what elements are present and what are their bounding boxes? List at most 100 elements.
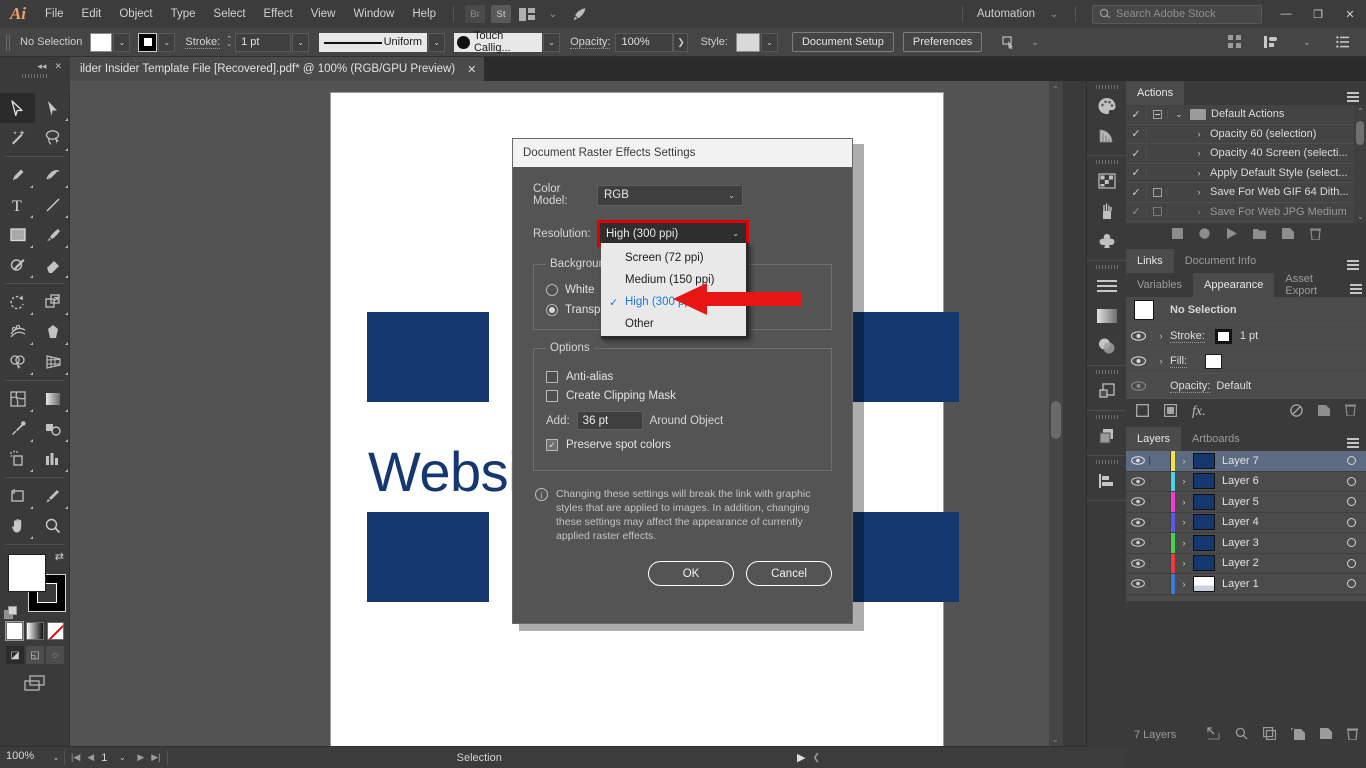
eraser-tool[interactable]: [35, 250, 70, 280]
layer-row[interactable]: › Layer 3: [1126, 533, 1366, 554]
layer-visibility-icon[interactable]: [1126, 538, 1150, 548]
layer-lock-toggle[interactable]: [1150, 533, 1171, 553]
rotate-tool[interactable]: [0, 287, 35, 317]
automation-menu[interactable]: Automation: [971, 8, 1041, 20]
layer-visibility-icon[interactable]: [1126, 517, 1150, 527]
rail-grip[interactable]: [1095, 85, 1118, 89]
status-collapse-icon[interactable]: ❮: [812, 752, 820, 763]
menu-type[interactable]: Type: [162, 0, 205, 28]
visibility-eye-icon[interactable]: [1126, 381, 1152, 391]
menu-edit[interactable]: Edit: [73, 0, 111, 28]
expand-twisty-icon[interactable]: ›: [1175, 497, 1193, 507]
preserve-spot-colors-checkbox[interactable]: ✓ Preserve spot colors: [546, 439, 819, 451]
artboard-tool[interactable]: [0, 481, 35, 511]
create-clipping-mask-checkbox[interactable]: Create Clipping Mask: [546, 390, 819, 402]
swatches-icon[interactable]: [1087, 166, 1127, 196]
action-dialog-toggle[interactable]: [1147, 207, 1168, 217]
screen-mode-button[interactable]: [0, 664, 70, 692]
expand-twisty-icon[interactable]: ›: [1175, 517, 1193, 527]
control-bar-grip[interactable]: [6, 33, 12, 51]
preferences-button[interactable]: Preferences: [902, 32, 983, 52]
restore-button[interactable]: ❐: [1302, 0, 1334, 28]
actions-row[interactable]: ✓ › Opacity 60 (selection): [1126, 125, 1366, 144]
new-sublayer-icon[interactable]: [1290, 726, 1306, 743]
pen-tool[interactable]: [0, 160, 35, 190]
actions-row[interactable]: ✓ › Save For Web JPG Medium: [1126, 203, 1366, 222]
paintbrush-tool[interactable]: [35, 220, 70, 250]
menu-select[interactable]: Select: [205, 0, 255, 28]
magic-wand-tool[interactable]: [0, 123, 35, 153]
symbol-sprayer-tool[interactable]: [0, 444, 35, 474]
eyedropper-tool[interactable]: [0, 414, 35, 444]
locate-object-icon[interactable]: [1207, 727, 1220, 743]
tab-appearance[interactable]: Appearance: [1193, 273, 1275, 297]
draw-normal-button[interactable]: ◪: [6, 646, 24, 664]
opacity-flyout-icon[interactable]: ❯: [673, 32, 689, 52]
rail-grip[interactable]: [1095, 460, 1118, 464]
zoom-level-input[interactable]: 100%: [0, 750, 48, 766]
appearance-row-fill[interactable]: › Fill:: [1126, 349, 1366, 374]
stroke-dropdown-icon[interactable]: ⌄: [158, 32, 176, 52]
tab-document-info[interactable]: Document Info: [1173, 249, 1268, 273]
close-toolbar-icon[interactable]: ✕: [54, 61, 62, 72]
artwork-rect[interactable]: [367, 512, 489, 602]
graphic-style-swatch[interactable]: [735, 32, 760, 52]
new-set-icon[interactable]: [1252, 228, 1266, 242]
gradient-tool[interactable]: [35, 384, 70, 414]
actions-list[interactable]: ✓ ⌄ Default Actions ✓ › Opacity 60 (sele…: [1126, 105, 1366, 223]
layer-row[interactable]: › Layer 1: [1126, 574, 1366, 595]
appearance-stroke-weight[interactable]: 1 pt: [1240, 330, 1258, 342]
layer-target-icon[interactable]: [1336, 476, 1366, 486]
actions-row[interactable]: ✓ › Save For Web GIF 64 Dith...: [1126, 183, 1366, 203]
slice-tool[interactable]: [35, 481, 70, 511]
zoom-tool[interactable]: [35, 511, 70, 541]
scroll-down-icon[interactable]: ⌄: [1052, 735, 1059, 744]
chevron-down-icon[interactable]: ⌄: [1041, 4, 1067, 24]
stroke-swatch[interactable]: [138, 32, 158, 52]
menu-effect[interactable]: Effect: [255, 0, 302, 28]
expand-twisty-icon[interactable]: ›: [1175, 579, 1193, 589]
draw-inside-button[interactable]: ◌: [46, 646, 64, 664]
zoom-dropdown-icon[interactable]: ⌄: [48, 753, 64, 762]
add-value-input[interactable]: [576, 411, 643, 430]
action-enabled-checkbox[interactable]: ✓: [1126, 185, 1147, 199]
previous-artboard-icon[interactable]: ◀: [87, 752, 94, 763]
bridge-icon[interactable]: Br: [462, 4, 488, 24]
stroke-profile-select[interactable]: Uniform: [319, 32, 428, 52]
hand-tool[interactable]: [0, 511, 35, 541]
layer-visibility-icon[interactable]: [1126, 497, 1150, 507]
layer-row[interactable]: › Layer 6: [1126, 471, 1366, 492]
discover-rocket-icon[interactable]: [566, 4, 592, 24]
layer-name[interactable]: Layer 3: [1222, 537, 1336, 549]
color-model-select[interactable]: RGB ⌄: [597, 184, 743, 206]
layer-lock-toggle[interactable]: [1150, 492, 1171, 512]
play-icon[interactable]: [1226, 228, 1237, 242]
expand-twisty-icon[interactable]: ›: [1175, 538, 1193, 548]
layer-name[interactable]: Layer 2: [1222, 557, 1336, 569]
stock-search-input[interactable]: Search Adobe Stock: [1092, 4, 1262, 24]
dropdown-item-other[interactable]: Other: [601, 313, 746, 335]
layer-row[interactable]: › Layer 7: [1126, 451, 1366, 472]
layer-target-icon[interactable]: [1336, 579, 1366, 589]
expand-twisty-icon[interactable]: ›: [1188, 168, 1210, 178]
stroke-color-swatch[interactable]: [1214, 328, 1232, 344]
actions-panel-menu-icon[interactable]: [1340, 81, 1366, 105]
layer-lock-toggle[interactable]: [1150, 451, 1171, 471]
blend-tool[interactable]: [35, 414, 70, 444]
dropdown-item-screen[interactable]: Screen (72 ppi): [601, 247, 746, 269]
layer-name[interactable]: Layer 7: [1222, 455, 1336, 467]
menu-view[interactable]: View: [302, 0, 345, 28]
delete-layer-icon[interactable]: [1347, 728, 1359, 743]
status-play-icon[interactable]: ▶: [797, 751, 805, 764]
scroll-down-icon[interactable]: ⌄: [1357, 212, 1364, 221]
curvature-tool[interactable]: [35, 160, 70, 190]
layer-visibility-icon[interactable]: [1126, 456, 1150, 466]
layer-lock-toggle[interactable]: [1150, 512, 1171, 532]
expand-twisty-icon[interactable]: ›: [1188, 187, 1210, 197]
expand-twisty-icon[interactable]: ›: [1188, 129, 1210, 139]
layer-lock-toggle[interactable]: [1150, 574, 1171, 594]
appearance-opacity-value[interactable]: Default: [1216, 380, 1251, 392]
align-lines-icon[interactable]: [1087, 271, 1127, 301]
fx-icon[interactable]: fx.: [1192, 404, 1206, 420]
close-button[interactable]: ✕: [1334, 0, 1366, 28]
